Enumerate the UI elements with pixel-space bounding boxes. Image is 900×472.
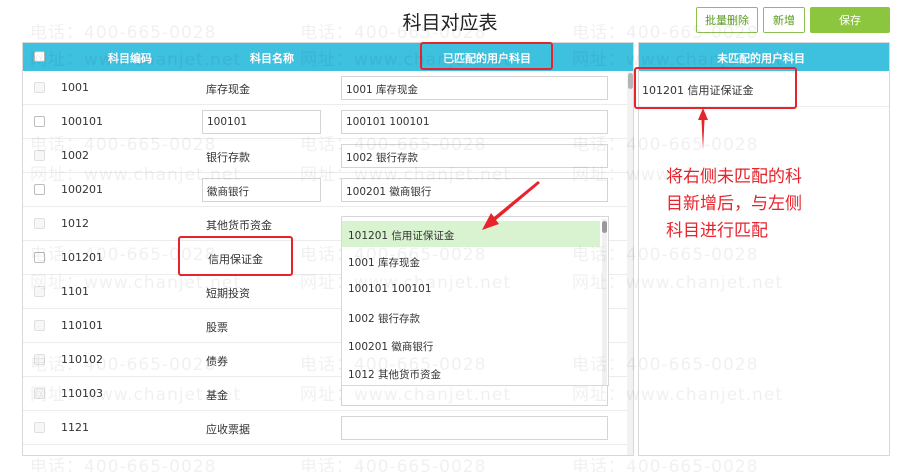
account-code: 1121 xyxy=(61,421,89,434)
account-name: 应收票据 xyxy=(206,423,250,436)
table-row: 100201 徽商银行 100201 徽商银行 xyxy=(23,173,628,207)
batch-delete-button[interactable]: 批量删除 xyxy=(696,7,758,33)
table-row: 1001 库存现金 1001 库存现金 xyxy=(23,71,628,105)
dropdown-scrollbar-thumb[interactable] xyxy=(602,221,607,233)
highlight-box-name xyxy=(178,236,293,276)
annotation-text: 将右侧未匹配的科 目新增后，与左侧 科目进行匹配 xyxy=(666,164,856,245)
row-checkbox[interactable] xyxy=(34,116,45,127)
dropdown-option[interactable]: 1002 银行存款 xyxy=(342,304,600,330)
row-checkbox[interactable] xyxy=(34,286,45,297)
header-name: 科目名称 xyxy=(250,52,294,65)
account-code: 1001 xyxy=(61,81,89,94)
matched-account-input[interactable]: 1001 库存现金 xyxy=(341,76,608,100)
account-name: 银行存款 xyxy=(206,151,250,164)
row-checkbox[interactable] xyxy=(34,252,45,263)
dropdown-option[interactable]: 101201 信用证保证金 xyxy=(342,221,600,247)
dropdown-scrollbar[interactable] xyxy=(602,219,607,385)
account-code: 110101 xyxy=(61,319,103,332)
dropdown-option[interactable]: 1012 其他货币资金 xyxy=(342,360,600,385)
table-scrollbar[interactable] xyxy=(627,71,633,455)
annotation-line: 将右侧未匹配的科 xyxy=(666,167,802,187)
row-checkbox[interactable] xyxy=(34,82,45,93)
account-code: 110103 xyxy=(61,387,103,400)
row-checkbox[interactable] xyxy=(34,388,45,399)
matched-account-input[interactable]: 100201 徽商银行 xyxy=(341,178,608,202)
annotation-line: 科目进行匹配 xyxy=(666,221,768,241)
row-checkbox[interactable] xyxy=(34,150,45,161)
dropdown-option[interactable]: 100201 徽商银行 xyxy=(342,332,600,358)
save-button[interactable]: 保存 xyxy=(810,7,890,33)
account-code: 1002 xyxy=(61,149,89,162)
account-code: 100101 xyxy=(61,115,103,128)
row-checkbox[interactable] xyxy=(34,184,45,195)
matched-account-input[interactable] xyxy=(341,416,608,440)
row-checkbox[interactable] xyxy=(34,218,45,229)
account-name: 库存现金 xyxy=(206,83,250,96)
account-name: 短期投资 xyxy=(206,287,250,300)
header-code: 科目编码 xyxy=(108,52,152,65)
add-new-button[interactable]: 新增 xyxy=(763,7,805,33)
dropdown-option[interactable]: 100101 100101 xyxy=(342,276,600,302)
account-code: 101201 xyxy=(61,251,103,264)
table-row: 1121 应收票据 xyxy=(23,411,628,445)
account-code: 1012 xyxy=(61,217,89,230)
select-all-checkbox[interactable] xyxy=(34,51,45,62)
table-row: 100101 100101 100101 100101 xyxy=(23,105,628,139)
account-name: 债券 xyxy=(206,355,228,368)
highlight-box-unmatched xyxy=(634,67,797,109)
matched-account-input[interactable]: 1002 银行存款 xyxy=(341,144,608,168)
account-name-input[interactable]: 徽商银行 xyxy=(202,178,321,202)
annotation-line: 目新增后，与左侧 xyxy=(666,194,802,214)
account-dropdown: 101201 信用证保证金 1001 库存现金 100101 100101 10… xyxy=(341,216,609,386)
table-scrollbar-thumb[interactable] xyxy=(628,73,633,89)
account-code: 1101 xyxy=(61,285,89,298)
unmatched-header-label: 未匹配的用户科目 xyxy=(717,52,805,65)
account-name: 股票 xyxy=(206,321,228,334)
account-code: 110102 xyxy=(61,353,103,366)
row-checkbox[interactable] xyxy=(34,320,45,331)
account-name: 基金 xyxy=(206,389,228,402)
dropdown-option[interactable]: 1001 库存现金 xyxy=(342,248,600,274)
highlight-box-header xyxy=(420,42,553,70)
account-name: 其他货币资金 xyxy=(206,219,272,232)
matched-account-input[interactable]: 100101 100101 xyxy=(341,110,608,134)
account-code: 100201 xyxy=(61,183,103,196)
account-name-input[interactable]: 100101 xyxy=(202,110,321,134)
table-row: 1002 银行存款 1002 银行存款 xyxy=(23,139,628,173)
row-checkbox[interactable] xyxy=(34,422,45,433)
row-checkbox[interactable] xyxy=(34,354,45,365)
